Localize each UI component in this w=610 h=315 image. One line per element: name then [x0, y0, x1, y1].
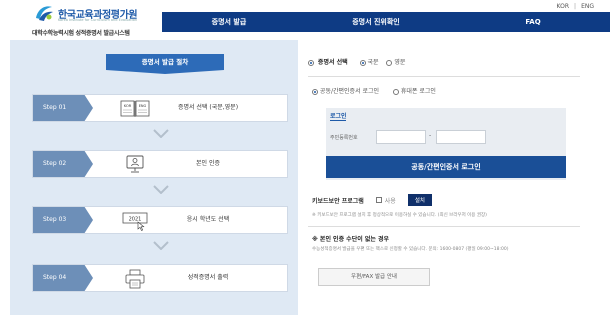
keyboard-security-note: ※ 키보드보안 프로그램 설치 후 정상적으로 이용하실 수 있습니다. (최신…	[312, 213, 487, 218]
svg-text:2021: 2021	[129, 217, 142, 223]
divider	[308, 226, 580, 227]
cert-option-korean-radio[interactable]	[359, 59, 366, 66]
keyboard-security-check-label[interactable]: 사용	[385, 196, 396, 205]
top-navigation: 증명서 발급 증명서 진위확인 FAQ	[162, 12, 610, 32]
step-1-label: Step 01	[33, 95, 93, 121]
book-icon: KOR ENG	[120, 100, 150, 117]
chevron-down-icon	[153, 129, 169, 138]
step-1-text: 증명서 선택 (국문,영문)	[177, 104, 239, 111]
cert-option-english-radio[interactable]	[386, 59, 393, 66]
cert-login-button[interactable]: 공동/간편인증서 로그인	[326, 156, 566, 178]
auth-panel: 증명서 선택 국문 영문 공동/간편인증서 로그인 휴대폰 로그인 로그인 주민…	[308, 40, 580, 315]
nav-faq[interactable]: FAQ	[456, 12, 610, 32]
keyboard-security-checkbox[interactable]	[375, 197, 382, 203]
step-1: Step 01 KOR ENG 증명서 선택 (국문,영문)	[32, 94, 288, 122]
chevron-down-icon	[153, 241, 169, 250]
keyboard-install-button[interactable]: 설치	[407, 194, 432, 206]
monitor-user-icon	[126, 155, 144, 173]
step-4-text: 성적증명서 출력	[187, 274, 229, 281]
login-title-underline	[330, 120, 346, 121]
auth-phone-label[interactable]: 휴대폰 로그인	[401, 88, 436, 95]
system-name: 대학수학능력시험 성적증명서 발급시스템	[32, 30, 130, 37]
login-box: 로그인 주민등록번호 - 공동/간편인증서 로그인	[326, 108, 566, 180]
keyboard-security-row: 키보드보안 프로그램 사용 설치	[312, 194, 432, 206]
certificate-select-row: 증명서 선택 국문 영문	[308, 57, 580, 73]
cert-option-english-label[interactable]: 영문	[394, 59, 405, 66]
step-2-text: 본인 인증	[196, 160, 220, 167]
step-3-text: 응시 학년도 선택	[186, 216, 230, 223]
mail-fax-guide-button[interactable]: 우편/FAX 발급 안내	[318, 268, 430, 286]
language-bar: KOR | ENG	[190, 0, 610, 12]
step-3-label: Step 03	[33, 207, 93, 233]
kice-logo-icon	[36, 6, 53, 21]
step-4: Step 04 성적증명서 출력	[32, 264, 288, 292]
nav-verify-certificate[interactable]: 증명서 진위확인	[296, 12, 456, 32]
step-3: Step 03 2021 응시 학년도 선택	[32, 206, 288, 234]
chevron-down-icon	[153, 185, 169, 194]
lang-eng-link[interactable]: ENG	[581, 3, 594, 10]
login-title: 로그인	[330, 113, 347, 120]
auth-cert-label[interactable]: 공동/간편인증서 로그인	[320, 88, 379, 95]
rrn-front-input[interactable]	[376, 130, 426, 144]
svg-text:ENG: ENG	[139, 104, 147, 108]
step-2: Step 02 본인 인증	[32, 150, 288, 178]
printer-icon	[125, 269, 145, 289]
rrn-dash: -	[429, 132, 432, 139]
lang-kor-link[interactable]: KOR	[557, 3, 570, 10]
cert-section-bullet	[308, 59, 314, 66]
site-logo[interactable]: 한국교육과정평가원 Korea Institute for Curriculum…	[0, 0, 162, 40]
auth-phone-radio[interactable]	[392, 88, 399, 95]
keyboard-security-label: 키보드보안 프로그램	[312, 197, 364, 205]
nav-issue-certificate[interactable]: 증명서 발급	[162, 12, 296, 32]
calendar-click-icon: 2021	[122, 212, 148, 231]
lang-separator: |	[574, 2, 577, 10]
cert-select-label: 증명서 선택	[317, 59, 348, 66]
cert-option-korean-label[interactable]: 국문	[367, 59, 378, 66]
divider	[308, 76, 580, 77]
logo-subtitle: Korea Institute for Curriculum and Evalu…	[58, 18, 138, 22]
step-4-label: Step 04	[33, 265, 93, 291]
svg-text:KOR: KOR	[124, 104, 132, 108]
auth-cert-radio[interactable]	[312, 88, 318, 95]
procedure-title: 증명서 발급 절차	[106, 54, 224, 74]
no-auth-title: ※ 본인 인증 수단이 없는 경우	[312, 236, 389, 243]
auth-method-row: 공동/간편인증서 로그인 휴대폰 로그인	[312, 86, 448, 95]
step-2-label: Step 02	[33, 151, 93, 177]
procedure-panel: 증명서 발급 절차 Step 01 KOR ENG 증명서 선택 (국문,영문)…	[10, 40, 298, 315]
rrn-label: 주민등록번호	[330, 135, 358, 141]
no-auth-text: 수능성적증명서 발급을 우편 또는 팩스로 신청할 수 있습니다. 문의: 16…	[312, 247, 509, 252]
rrn-back-input[interactable]	[436, 130, 486, 144]
